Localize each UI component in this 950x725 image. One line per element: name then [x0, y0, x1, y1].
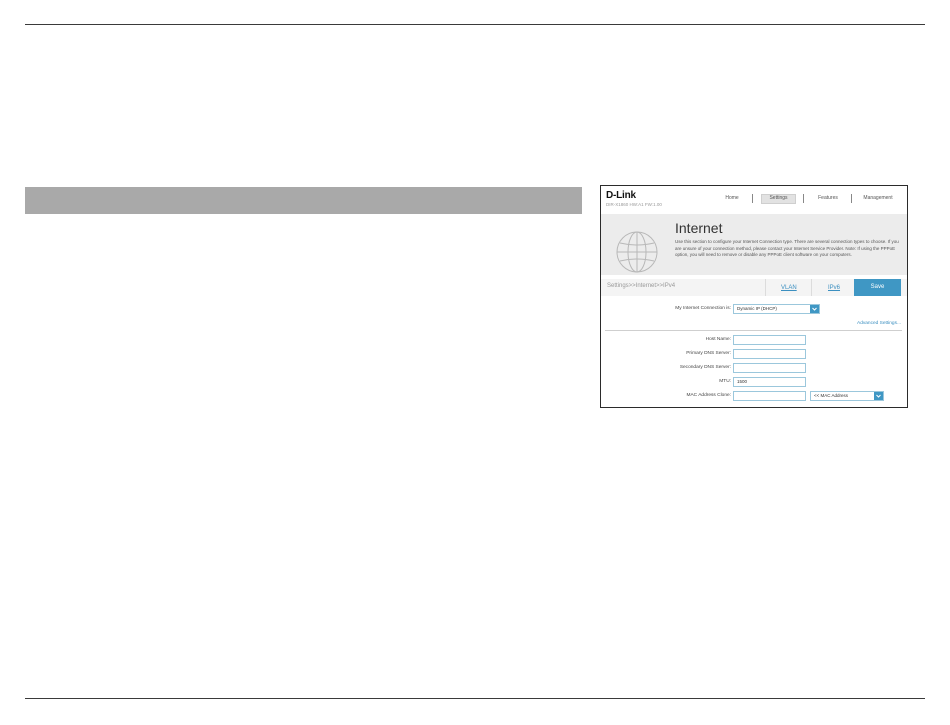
breadcrumb: Settings>>Internet>>IPv4 — [607, 283, 676, 289]
mtu-label: MTU: — [719, 379, 731, 384]
tab-vlan[interactable]: VLAN — [781, 285, 797, 291]
save-button[interactable]: Save — [854, 279, 901, 296]
nav-separator — [803, 194, 804, 203]
nav-home[interactable]: Home — [718, 195, 746, 201]
mac-clone-input[interactable] — [733, 391, 806, 401]
mac-clone-select[interactable]: << MAC Address — [810, 391, 884, 401]
mtu-input[interactable]: 1500 — [733, 377, 806, 387]
page-top-rule — [25, 24, 925, 25]
secondary-dns-input[interactable] — [733, 363, 806, 373]
chevron-down-icon[interactable] — [810, 305, 819, 313]
primary-dns-input[interactable] — [733, 349, 806, 359]
connection-type-value: Dynamic IP (DHCP) — [737, 306, 777, 311]
nav-separator — [851, 194, 852, 203]
tab-ipv6[interactable]: IPv6 — [828, 285, 840, 291]
page-bottom-rule — [25, 698, 925, 699]
tab-separator — [765, 279, 766, 296]
nav-management[interactable]: Management — [858, 195, 898, 201]
nav-separator — [752, 194, 753, 203]
connection-type-select[interactable]: Dynamic IP (DHCP) — [733, 304, 820, 314]
host-name-label: Host Name: — [705, 337, 731, 342]
nav-features[interactable]: Features — [811, 195, 845, 201]
page-title: Internet — [675, 220, 723, 236]
form-divider — [605, 330, 902, 331]
page-description: Use this section to configure your Inter… — [675, 239, 899, 257]
secondary-dns-label: Secondary DNS Server: — [679, 365, 731, 370]
connection-type-label: My Internet Connection is: — [675, 306, 731, 311]
advanced-settings-link[interactable]: Advanced Settings... — [857, 321, 901, 326]
model-info: DIR-X1860 HW:A1 FW:1.00 — [606, 202, 662, 207]
dlink-logo: D-Link — [606, 190, 636, 201]
section-header-bar — [25, 187, 582, 214]
mac-clone-select-value: << MAC Address — [814, 393, 849, 398]
router-ui-screenshot: D-Link DIR-X1860 HW:A1 FW:1.00 Home Sett… — [600, 185, 908, 408]
chevron-down-icon[interactable] — [874, 392, 883, 400]
mac-clone-label: MAC Address Clone: — [686, 393, 731, 398]
router-header: D-Link DIR-X1860 HW:A1 FW:1.00 Home Sett… — [601, 186, 907, 214]
tab-separator — [811, 279, 812, 296]
host-name-input[interactable] — [733, 335, 806, 345]
primary-dns-label: Primary DNS Server: — [686, 351, 731, 356]
nav-settings[interactable]: Settings — [761, 195, 796, 201]
globe-icon — [616, 231, 658, 273]
